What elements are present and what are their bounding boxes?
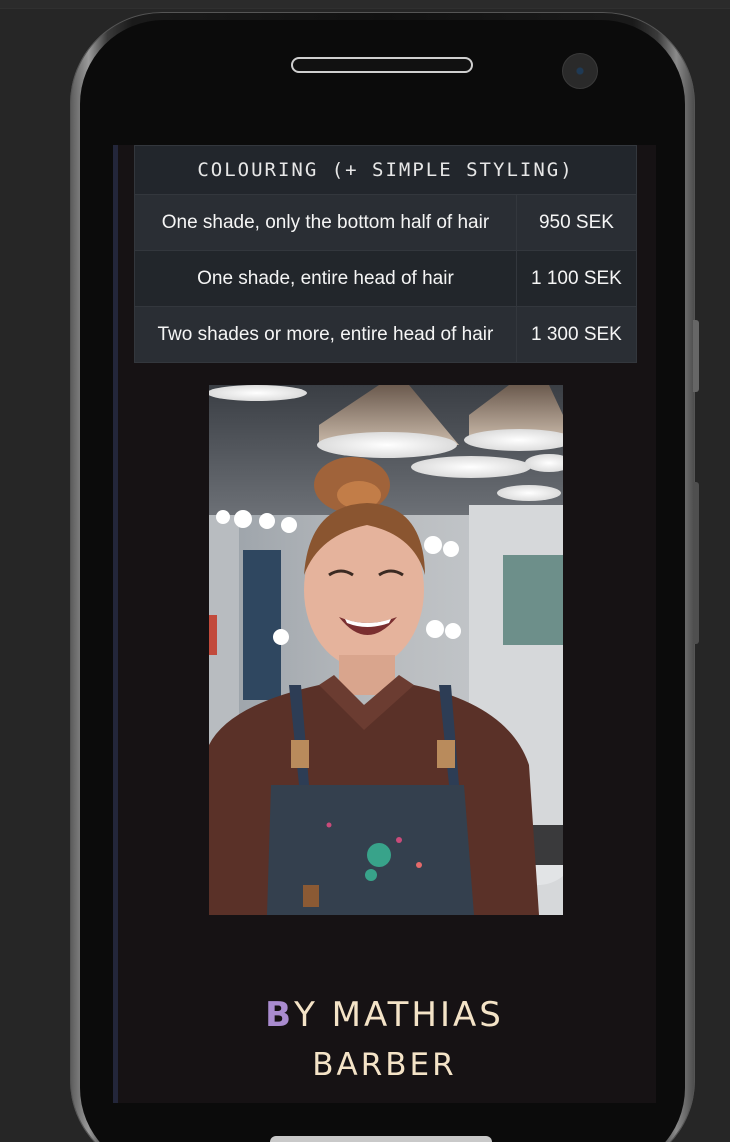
service-name: One shade, entire head of hair	[134, 250, 517, 307]
barber-portrait-photo	[209, 385, 563, 915]
table-row: One shade, entire head of hair 1 100 SEK	[134, 250, 638, 307]
brand-initial: B	[265, 995, 295, 1035]
power-button	[693, 482, 699, 644]
window-top-strip	[0, 0, 730, 9]
home-button[interactable]	[270, 1136, 492, 1142]
volume-button	[693, 320, 699, 392]
service-name: One shade, only the bottom half of hair	[134, 194, 517, 251]
service-price: 950 SEK	[515, 194, 638, 251]
service-name: Two shades or more, entire head of hair	[134, 306, 517, 363]
price-table-header: COLOURING (+ SIMPLE STYLING)	[134, 145, 637, 195]
price-table: COLOURING (+ SIMPLE STYLING) One shade, …	[134, 145, 638, 363]
brand-name-rest: Y MATHIAS	[294, 995, 504, 1035]
brand-logo[interactable]: BY MATHIAS BARBER	[113, 990, 656, 1090]
screen-edge	[113, 145, 118, 1103]
phone-screen[interactable]: COLOURING (+ SIMPLE STYLING) One shade, …	[113, 145, 656, 1103]
table-row: One shade, only the bottom half of hair …	[134, 194, 638, 251]
service-price: 1 100 SEK	[515, 250, 638, 307]
phone-speaker	[291, 57, 473, 73]
front-camera-icon	[562, 53, 598, 89]
table-row: Two shades or more, entire head of hair …	[134, 306, 638, 363]
brand-name-line1: BY MATHIAS	[113, 990, 656, 1040]
stage: COLOURING (+ SIMPLE STYLING) One shade, …	[0, 0, 730, 1142]
brand-name-line2: BARBER	[312, 1047, 457, 1083]
service-price: 1 300 SEK	[515, 306, 638, 363]
price-table-header-row: COLOURING (+ SIMPLE STYLING)	[134, 145, 637, 195]
